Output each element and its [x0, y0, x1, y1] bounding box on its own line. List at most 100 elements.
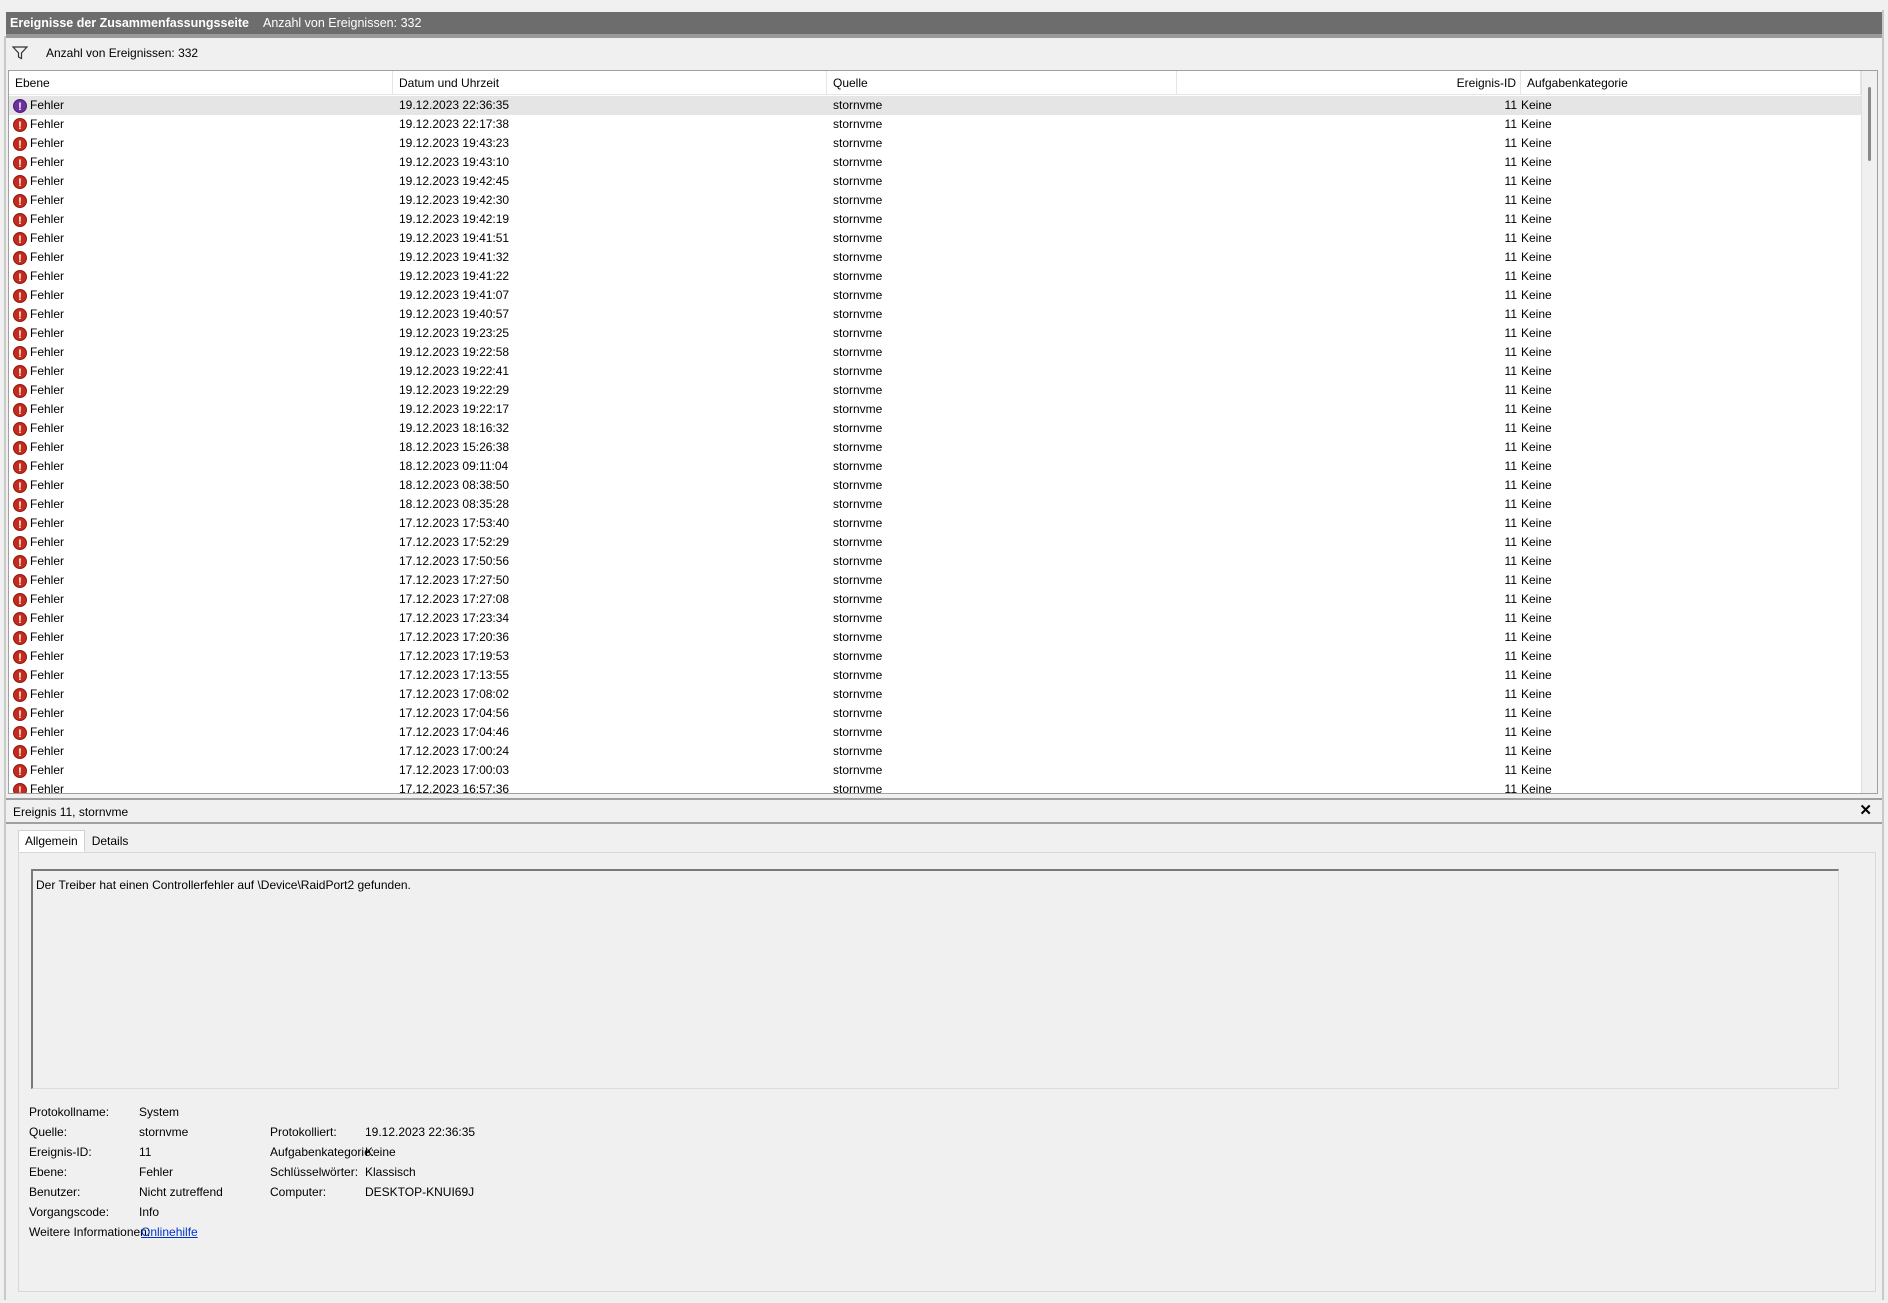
level-text: Fehler — [30, 478, 65, 492]
cell-category: Keine — [1521, 117, 1552, 131]
cell-category: Keine — [1521, 136, 1552, 150]
table-row[interactable]: ! Fehler 19.12.2023 19:22:29 stornvme 11 Kein… — [9, 381, 1861, 400]
cell-category: Keine — [1521, 250, 1552, 264]
column-header-quelle[interactable]: Quelle — [827, 71, 1177, 95]
cell-category: Keine — [1521, 174, 1552, 188]
table-rows: ! Fehler 19.12.2023 22:36:35 stornvme 11 Kein… — [9, 96, 1861, 794]
table-row[interactable]: ! Fehler 19.12.2023 19:41:07 stornvme 11 Kein… — [9, 286, 1861, 305]
cell-level: ! Fehler — [13, 229, 393, 248]
table-row[interactable]: ! Fehler 19.12.2023 19:43:23 stornvme 11 Kein… — [9, 134, 1861, 153]
funnel-icon[interactable] — [12, 46, 28, 60]
table-row[interactable]: ! Fehler 19.12.2023 19:43:10 stornvme 11 Kein… — [9, 153, 1861, 172]
cell-datetime: 19.12.2023 19:22:17 — [399, 402, 510, 416]
cell-source: stornvme — [833, 117, 883, 131]
cell-datetime: 17.12.2023 17:08:02 — [399, 687, 510, 701]
table-row[interactable]: ! Fehler 17.12.2023 17:00:03 stornvme 11 Kein… — [9, 761, 1861, 780]
level-text: Fehler — [30, 725, 65, 739]
cell-level: ! Fehler — [13, 533, 393, 552]
value-protokolliert: 19.12.2023 22:36:35 — [365, 1125, 476, 1139]
cell-level: ! Fehler — [13, 172, 393, 191]
table-row[interactable]: ! Fehler 19.12.2023 19:41:22 stornvme 11 Kein… — [9, 267, 1861, 286]
table-row[interactable]: ! Fehler 19.12.2023 19:22:58 stornvme 11 Kein… — [9, 343, 1861, 362]
onlinehilfe-link[interactable]: Onlinehilfe — [141, 1223, 198, 1241]
table-row[interactable]: ! Fehler 19.12.2023 18:16:32 stornvme 11 Kein… — [9, 419, 1861, 438]
cell-datetime: 19.12.2023 19:22:58 — [399, 345, 510, 359]
tab-content-allgemein: Der Treiber hat einen Controllerfehler a… — [18, 852, 1876, 1292]
table-row[interactable]: ! Fehler 17.12.2023 17:20:36 stornvme 11 Kein… — [9, 628, 1861, 647]
table-row[interactable]: ! Fehler 17.12.2023 17:19:53 stornvme 11 Kein… — [9, 647, 1861, 666]
table-row[interactable]: ! Fehler 19.12.2023 19:41:51 stornvme 11 Kein… — [9, 229, 1861, 248]
table-row[interactable]: ! Fehler 17.12.2023 17:04:46 stornvme 11 Kein… — [9, 723, 1861, 742]
cell-source: stornvme — [833, 782, 883, 794]
cell-datetime: 19.12.2023 19:42:19 — [399, 212, 510, 226]
event-detail-pane: Ereignis 11, stornvme ✕ Allgemein Detail… — [6, 798, 1882, 1298]
level-text: Fehler — [30, 573, 65, 587]
table-row[interactable]: ! Fehler 17.12.2023 17:27:50 stornvme 11 Kein… — [9, 571, 1861, 590]
cell-event-id: 11 — [1504, 744, 1517, 758]
cell-category: Keine — [1521, 98, 1552, 112]
tab-details[interactable]: Details — [85, 830, 136, 852]
table-row[interactable]: ! Fehler 19.12.2023 19:22:41 stornvme 11 Kein… — [9, 362, 1861, 381]
table-row[interactable]: ! Fehler 19.12.2023 19:40:57 stornvme 11 Kein… — [9, 305, 1861, 324]
table-row[interactable]: ! Fehler 17.12.2023 17:50:56 stornvme 11 Kein… — [9, 552, 1861, 571]
column-header-ereignis-id[interactable]: Ereignis-ID — [1177, 71, 1521, 95]
event-description[interactable]: Der Treiber hat einen Controllerfehler a… — [31, 869, 1839, 1089]
table-row[interactable]: ! Fehler 19.12.2023 19:42:30 stornvme 11 Kein… — [9, 191, 1861, 210]
cell-event-id: 11 — [1504, 535, 1517, 549]
cell-event-id: 11 — [1504, 668, 1517, 682]
cell-datetime: 18.12.2023 08:35:28 — [399, 497, 510, 511]
table-row[interactable]: ! Fehler 17.12.2023 17:23:34 stornvme 11 Kein… — [9, 609, 1861, 628]
cell-source: stornvme — [833, 383, 883, 397]
cell-event-id: 11 — [1504, 98, 1517, 112]
table-row[interactable]: ! Fehler 18.12.2023 08:38:50 stornvme 11 Kein… — [9, 476, 1861, 495]
filter-bar: Anzahl von Ereignissen: 332 — [6, 40, 1882, 66]
cell-datetime: 17.12.2023 17:50:56 — [399, 554, 510, 568]
cell-level: ! Fehler — [13, 552, 393, 571]
error-icon: ! — [13, 269, 27, 284]
table-row[interactable]: ! Fehler 17.12.2023 16:57:36 stornvme 11 Kein… — [9, 780, 1861, 794]
column-header-datum[interactable]: Datum und Uhrzeit — [393, 71, 827, 95]
cell-category: Keine — [1521, 440, 1552, 454]
scrollbar-thumb[interactable] — [1868, 87, 1871, 161]
table-row[interactable]: ! Fehler 18.12.2023 09:11:04 stornvme 11 Kein… — [9, 457, 1861, 476]
table-row[interactable]: ! Fehler 19.12.2023 22:17:38 stornvme 11 Kein… — [9, 115, 1861, 134]
vertical-scrollbar[interactable] — [1861, 71, 1877, 793]
table-row[interactable]: ! Fehler 19.12.2023 19:23:25 stornvme 11 Kein… — [9, 324, 1861, 343]
table-row[interactable]: ! Fehler 19.12.2023 19:22:17 stornvme 11 Kein… — [9, 400, 1861, 419]
cell-event-id: 11 — [1504, 174, 1517, 188]
tab-allgemein[interactable]: Allgemein — [18, 830, 85, 852]
table-row[interactable]: ! Fehler 17.12.2023 17:04:56 stornvme 11 Kein… — [9, 704, 1861, 723]
table-row[interactable]: ! Fehler 18.12.2023 08:35:28 stornvme 11 Kein… — [9, 495, 1861, 514]
close-icon[interactable]: ✕ — [1859, 800, 1872, 822]
column-header-ebene[interactable]: Ebene — [9, 71, 393, 95]
error-icon: ! — [13, 326, 27, 341]
cell-level: ! Fehler — [13, 723, 393, 742]
table-row[interactable]: ! Fehler 17.12.2023 17:27:08 stornvme 11 Kein… — [9, 590, 1861, 609]
table-row[interactable]: ! Fehler 17.12.2023 17:53:40 stornvme 11 Kein… — [9, 514, 1861, 533]
level-text: Fehler — [30, 288, 65, 302]
level-text: Fehler — [30, 155, 65, 169]
table-row[interactable]: ! Fehler 17.12.2023 17:08:02 stornvme 11 Kein… — [9, 685, 1861, 704]
table-row[interactable]: ! Fehler 19.12.2023 19:42:45 stornvme 11 Kein… — [9, 172, 1861, 191]
cell-source: stornvme — [833, 288, 883, 302]
column-header-aufgabenkategorie[interactable]: Aufgabenkategorie — [1521, 71, 1861, 95]
table-row[interactable]: ! Fehler 19.12.2023 22:36:35 stornvme 11 Kein… — [9, 96, 1861, 115]
level-text: Fehler — [30, 630, 65, 644]
cell-event-id: 11 — [1504, 763, 1517, 777]
label-ebene: Ebene: — [29, 1165, 68, 1179]
summary-title: Ereignisse der Zusammenfassungsseite — [10, 16, 249, 30]
cell-category: Keine — [1521, 782, 1552, 794]
table-row[interactable]: ! Fehler 17.12.2023 17:52:29 stornvme 11 Kein… — [9, 533, 1861, 552]
cell-level: ! Fehler — [13, 305, 393, 324]
event-table[interactable]: Ebene Datum und Uhrzeit Quelle Ereignis-… — [8, 70, 1878, 794]
table-row[interactable]: ! Fehler 17.12.2023 17:00:24 stornvme 11 Kein… — [9, 742, 1861, 761]
table-row[interactable]: ! Fehler 19.12.2023 19:42:19 stornvme 11 Kein… — [9, 210, 1861, 229]
level-text: Fehler — [30, 250, 65, 264]
level-text: Fehler — [30, 326, 65, 340]
table-row[interactable]: ! Fehler 19.12.2023 19:41:32 stornvme 11 Kein… — [9, 248, 1861, 267]
cell-level: ! Fehler — [13, 685, 393, 704]
error-icon: ! — [13, 573, 27, 588]
table-row[interactable]: ! Fehler 18.12.2023 15:26:38 stornvme 11 Kein… — [9, 438, 1861, 457]
table-row[interactable]: ! Fehler 17.12.2023 17:13:55 stornvme 11 Kein… — [9, 666, 1861, 685]
cell-level: ! Fehler — [13, 362, 393, 381]
